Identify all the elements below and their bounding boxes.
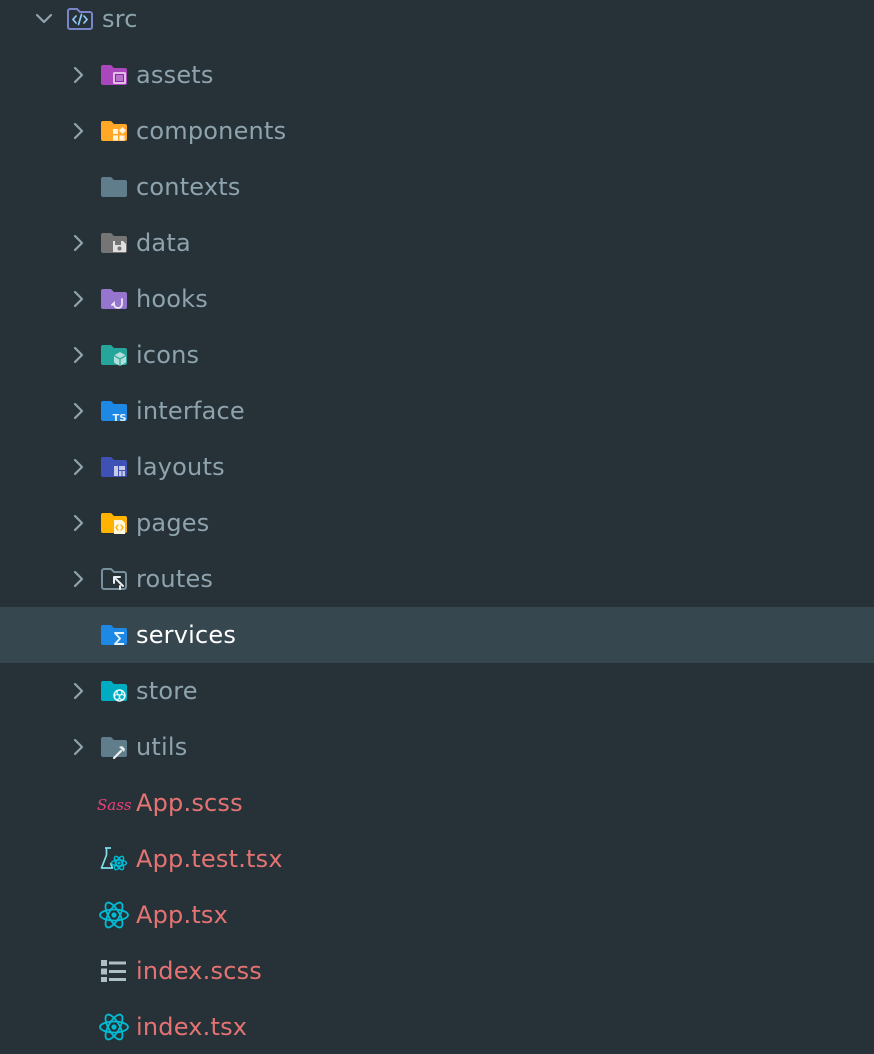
chevron-right-icon[interactable] — [66, 63, 90, 87]
tree-row-app-test-tsx[interactable]: App.test.tsx — [0, 831, 874, 887]
tree-label-src: src — [102, 5, 138, 33]
file-explorer-tree: src assets components contexts data hook… — [0, 0, 874, 1054]
chevron-right-icon[interactable] — [66, 399, 90, 423]
tree-label-index-scss: index.scss — [136, 957, 262, 985]
folder-src-open-icon — [67, 8, 93, 30]
tree-row-layouts[interactable]: layouts — [0, 439, 874, 495]
tree-label-store: store — [136, 677, 198, 705]
tree-label-routes: routes — [136, 565, 214, 593]
tree-row-index-scss[interactable]: index.scss — [0, 943, 874, 999]
tree-label-index-tsx: index.tsx — [136, 1013, 248, 1041]
chevron-right-icon[interactable] — [66, 511, 90, 535]
stylesheet-file-icon — [101, 960, 126, 982]
tree-label-contexts: contexts — [136, 173, 241, 201]
tree-row-contexts[interactable]: contexts — [0, 159, 874, 215]
tree-row-app-tsx[interactable]: App.tsx — [0, 887, 874, 943]
tree-row-pages[interactable]: pages — [0, 495, 874, 551]
folder-typescript-icon: TS — [101, 401, 127, 424]
tree-row-services[interactable]: services — [0, 607, 874, 663]
svg-text:Sass: Sass — [97, 796, 132, 814]
chevron-right-icon[interactable] — [66, 567, 90, 591]
folder-layout-icon — [101, 457, 127, 477]
tree-label-utils: utils — [136, 733, 188, 761]
tree-row-utils[interactable]: utils — [0, 719, 874, 775]
tree-label-data: data — [136, 229, 191, 257]
tree-row-data[interactable]: data — [0, 215, 874, 271]
tree-row-src[interactable]: src — [0, 0, 874, 47]
chevron-right-icon[interactable] — [66, 679, 90, 703]
sass-file-icon: Sass — [97, 796, 132, 814]
tree-label-app-test-tsx: App.test.tsx — [136, 845, 283, 873]
tree-label-assets: assets — [136, 61, 214, 89]
tree-row-index-tsx[interactable]: index.tsx — [0, 999, 874, 1054]
tree-label-app-tsx: App.tsx — [136, 901, 229, 929]
chevron-right-icon[interactable] — [66, 287, 90, 311]
react-file-icon — [99, 1013, 129, 1041]
folder-components-icon — [101, 121, 127, 141]
folder-services-icon — [101, 625, 127, 645]
chevron-right-icon[interactable] — [66, 735, 90, 759]
tree-label-services: services — [136, 621, 237, 649]
chevron-right-icon[interactable] — [66, 343, 90, 367]
folder-routes-icon — [101, 568, 127, 590]
tree-row-assets[interactable]: assets — [0, 47, 874, 103]
folder-store-icon — [101, 681, 127, 702]
tree-label-hooks: hooks — [136, 285, 208, 313]
react-file-icon — [99, 901, 129, 929]
tree-row-app-scss[interactable]: Sass App.scss — [0, 775, 874, 831]
tree-label-icons: icons — [136, 341, 200, 369]
folder-utils-icon — [101, 737, 127, 760]
folder-icon — [101, 177, 127, 197]
tree-label-app-scss: App.scss — [136, 789, 243, 817]
chevron-right-icon[interactable] — [66, 455, 90, 479]
tree-row-interface[interactable]: TS interface — [0, 383, 874, 439]
folder-icons-icon — [101, 345, 127, 366]
tree-row-routes[interactable]: routes — [0, 551, 874, 607]
tree-label-layouts: layouts — [136, 453, 225, 481]
chevron-right-icon[interactable] — [66, 119, 90, 143]
svg-text:TS: TS — [112, 413, 126, 424]
tree-label-interface: interface — [136, 397, 245, 425]
tree-label-pages: pages — [136, 509, 210, 537]
folder-assets-icon — [101, 65, 127, 85]
folder-hook-icon — [101, 289, 127, 309]
react-test-file-icon — [100, 847, 128, 871]
tree-row-components[interactable]: components — [0, 103, 874, 159]
tree-row-hooks[interactable]: hooks — [0, 271, 874, 327]
tree-row-icons[interactable]: icons — [0, 327, 874, 383]
folder-views-icon — [101, 513, 127, 534]
folder-database-icon — [101, 233, 127, 253]
chevron-down-icon[interactable] — [32, 7, 56, 31]
chevron-right-icon[interactable] — [66, 231, 90, 255]
tree-row-store[interactable]: store — [0, 663, 874, 719]
tree-label-components: components — [136, 117, 287, 145]
